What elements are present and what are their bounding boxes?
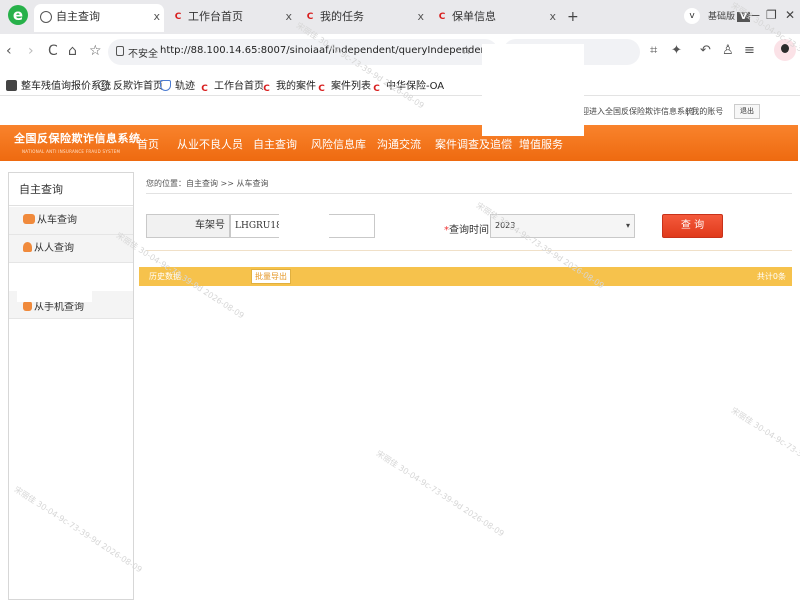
user-icon[interactable]: ♙ <box>722 43 734 58</box>
cic-logo-icon: C <box>201 84 208 94</box>
address-bar-row: ‹ › C ⌂ ☆ 不安全 http://88.100.14.65:8007/s… <box>0 34 800 72</box>
my-account-label: 我的账号 <box>691 107 724 116</box>
result-header-bar: 历史数据 批量导出 共计0条 <box>139 267 792 286</box>
breadcrumb: 您的位置：自主查询 >> 从车查询 <box>146 179 269 188</box>
edition-label: 基础版 <box>708 12 736 22</box>
nav-bad-practitioners[interactable]: 从业不良人员 <box>177 136 243 152</box>
sidebar-item-vehicle-query[interactable]: 从车查询 <box>9 207 133 235</box>
sidebar-item-label: 从手机查询 <box>34 302 84 313</box>
browser-tab-bar: e 自主查询 x C 工作台首页 x C 我的任务 x C 保单信息 x + v… <box>0 0 800 34</box>
cic-logo-icon: C <box>306 12 314 22</box>
url-field[interactable]: 不安全 http://88.100.14.65:8007/sinoiaaf/in… <box>108 39 561 65</box>
batch-export-button[interactable]: 批量导出 <box>251 269 291 284</box>
home-button[interactable]: ⌂ <box>68 43 77 59</box>
watermark: 宋丽佳 30-04-9c-73-39-9d 2026-08-09 <box>729 405 800 495</box>
security-label[interactable]: 不安全 <box>128 45 158 60</box>
redaction-block <box>279 205 329 247</box>
close-window-button[interactable]: ✕ <box>785 8 795 22</box>
globe-icon <box>98 80 109 91</box>
bookmark-label: 反欺诈首页 <box>113 81 163 92</box>
bookmark-item[interactable]: 轨迹 <box>160 77 195 92</box>
redaction-block <box>482 125 584 136</box>
new-tab-button[interactable]: + <box>567 9 579 25</box>
sidebar-item-label: 从车查询 <box>37 215 77 226</box>
sidebar-title: 自主查询 <box>9 173 133 206</box>
tab-label: 自主查询 <box>56 10 100 23</box>
bookmark-item[interactable]: C 我的案件 <box>261 77 316 94</box>
car-icon <box>6 80 17 91</box>
bookmark-label: 轨迹 <box>175 81 195 92</box>
redaction-block <box>17 266 92 302</box>
menu-icon[interactable]: ≡ <box>744 43 755 58</box>
shield-icon <box>160 80 171 91</box>
nav-home[interactable]: 首页 <box>137 136 159 152</box>
person-icon <box>23 242 32 252</box>
query-time-text: 查询时间: <box>449 225 493 236</box>
logout-button[interactable]: 退出 <box>734 104 760 119</box>
close-icon[interactable]: x <box>285 4 292 30</box>
watermark: 宋丽佳 30-04-9c-73-39-9d 2026-08-09 <box>374 448 506 539</box>
cic-logo-icon: C <box>438 12 446 22</box>
restore-button[interactable]: ❐ <box>766 8 777 22</box>
system-title: 全国反保险欺诈信息系统 <box>14 132 141 145</box>
cic-logo-icon: C <box>263 84 270 94</box>
tab-label: 我的任务 <box>320 10 364 23</box>
bookmark-item[interactable]: C 工作台首页 <box>199 77 264 94</box>
bookmark-label: 工作台首页 <box>214 81 264 92</box>
nav-value-added[interactable]: 增值服务 <box>519 136 563 152</box>
bookmark-label: 我的案件 <box>276 81 316 92</box>
cic-logo-icon: C <box>174 12 182 22</box>
nav-risk-database[interactable]: 风险信息库 <box>311 136 366 152</box>
close-icon[interactable]: x <box>153 4 160 30</box>
forward-button[interactable]: › <box>28 43 34 59</box>
cic-logo-icon: C <box>318 84 325 94</box>
redaction-block <box>482 44 584 136</box>
query-button[interactable]: 查 询 <box>662 214 723 238</box>
extension-icon[interactable]: ✦ <box>671 43 682 58</box>
nav-communication[interactable]: 沟通交流 <box>377 136 421 152</box>
bookmark-item[interactable]: C 案件列表 <box>316 77 371 94</box>
top-navigation: 全国反保险欺诈信息系统 NATIONAL ANTI INSURANCE FRAU… <box>0 125 798 161</box>
globe-icon <box>40 11 52 23</box>
browser-logo-icon: e <box>8 5 28 25</box>
back-button[interactable]: ‹ <box>6 43 12 59</box>
star-icon[interactable]: ☆ <box>461 43 472 57</box>
total-count: 共计0条 <box>756 272 786 281</box>
bookmark-star-icon[interactable]: ☆ <box>89 43 102 59</box>
query-condition-select[interactable]: 车架号 <box>146 214 230 238</box>
tab-my-tasks[interactable]: C 我的任务 x <box>298 4 428 32</box>
nav-investigation[interactable]: 案件调查及追偿 <box>435 136 512 152</box>
query-time-label: *查询时间: <box>444 221 492 236</box>
divider <box>146 193 792 194</box>
tab-list-dropdown[interactable]: v <box>684 8 700 24</box>
tab-workbench[interactable]: C 工作台首页 x <box>166 4 296 32</box>
phone-icon <box>23 301 32 311</box>
close-icon[interactable]: x <box>549 4 556 30</box>
sidebar-item-label: 从人查询 <box>34 243 74 254</box>
chevron-down-icon: ▾ <box>625 221 630 230</box>
tab-label: 保单信息 <box>452 10 496 23</box>
close-icon[interactable]: x <box>417 4 424 30</box>
tab-policy-info[interactable]: C 保单信息 x <box>430 4 560 32</box>
bookmark-item[interactable]: 整车残值询报价系统 <box>6 77 111 92</box>
lock-icon <box>116 46 124 56</box>
nav-self-query[interactable]: 自主查询 <box>253 136 297 152</box>
car-icon <box>23 214 35 224</box>
undo-icon[interactable]: ↶ <box>700 43 711 58</box>
reload-button[interactable]: C <box>48 43 58 59</box>
divider <box>146 250 792 251</box>
bookmark-item[interactable]: 反欺诈首页 <box>98 77 163 92</box>
crop-icon[interactable]: ⌗ <box>650 43 657 58</box>
bookmark-label: 案件列表 <box>331 81 371 92</box>
system-subtitle: NATIONAL ANTI INSURANCE FRAUD SYSTEM <box>22 149 121 154</box>
my-account-link[interactable]: | 我的账号 <box>686 106 723 117</box>
tab-label: 工作台首页 <box>188 10 243 23</box>
tab-self-query[interactable]: 自主查询 x <box>34 4 164 32</box>
